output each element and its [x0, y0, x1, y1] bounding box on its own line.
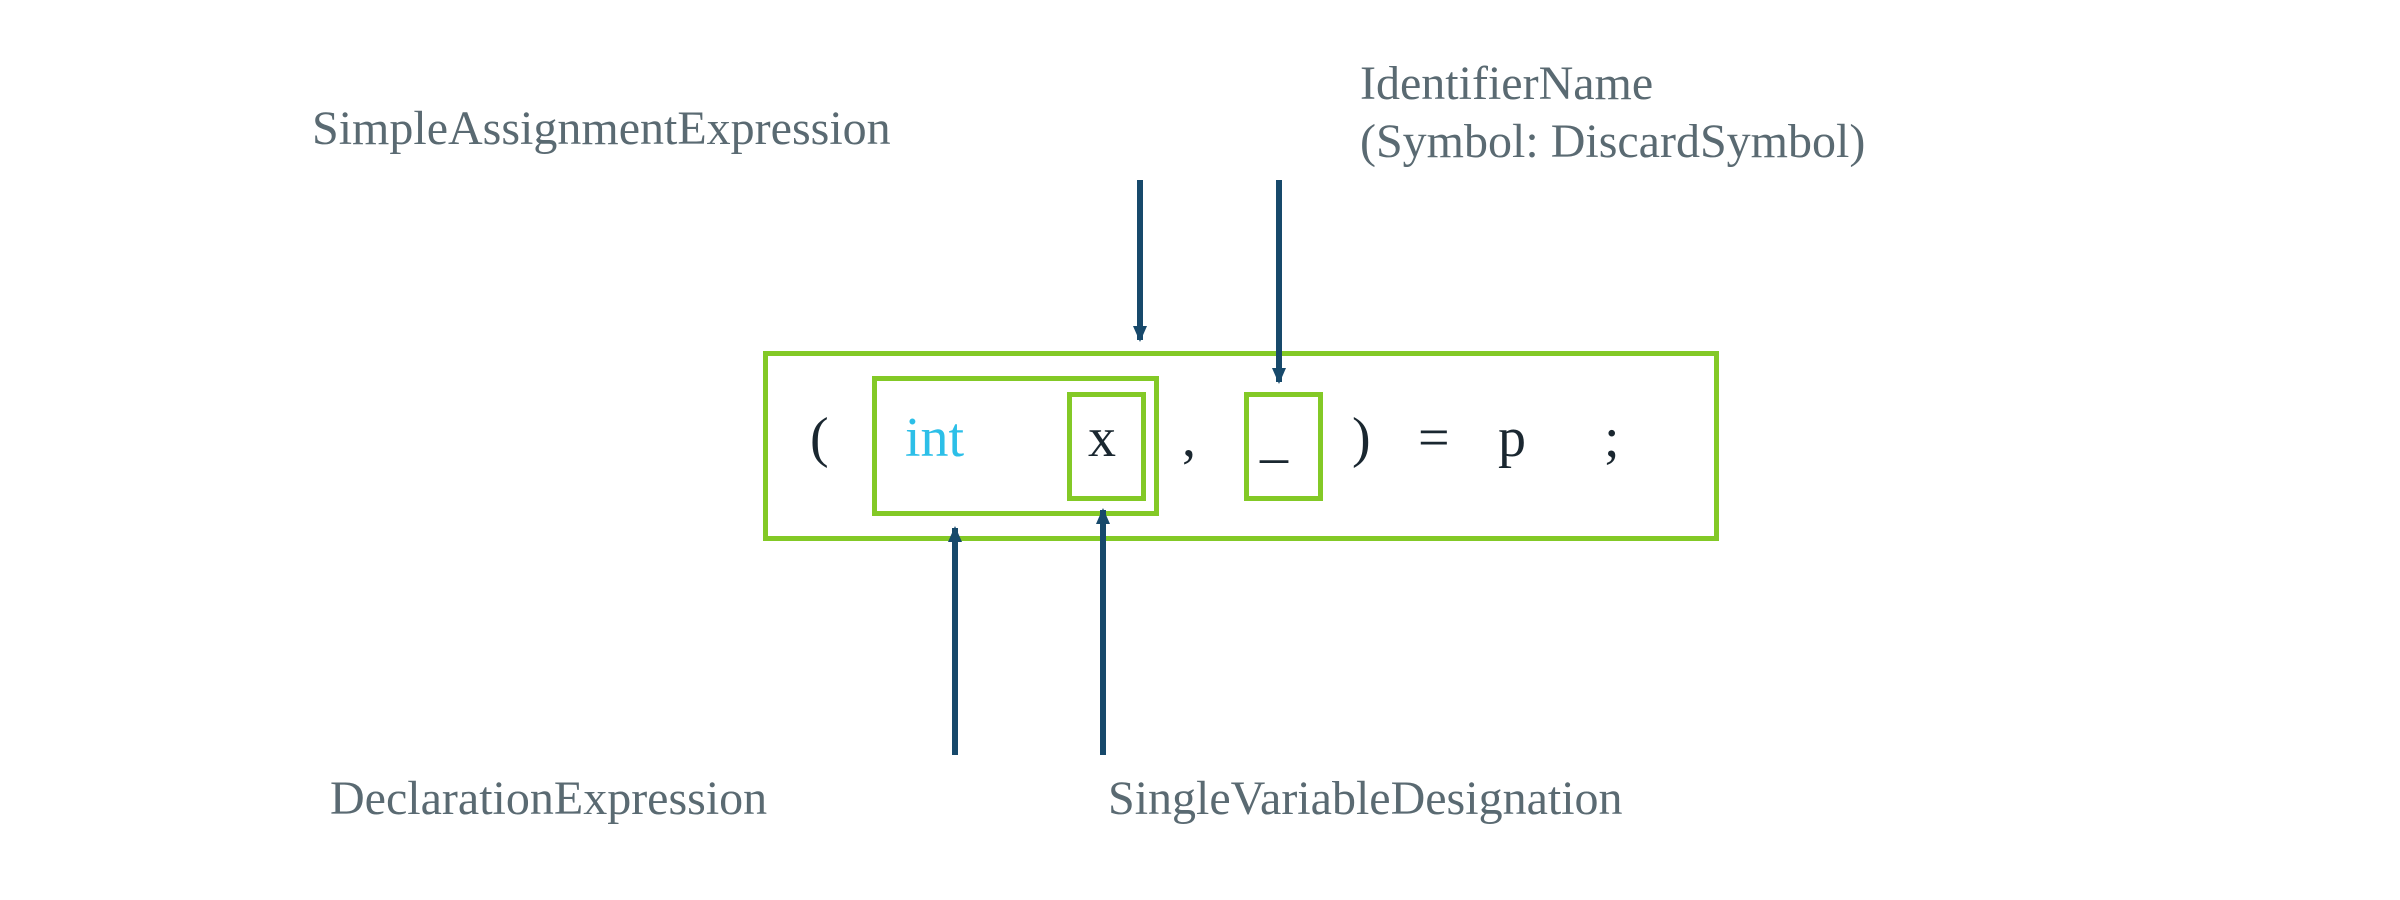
token-identifier-p: p — [1498, 406, 1526, 470]
label-identifier-name: IdentifierName(Symbol: DiscardSymbol) — [1360, 55, 1865, 170]
token-equals: = — [1418, 406, 1450, 470]
token-close-paren: ) — [1352, 406, 1371, 470]
label-single-variable-designation: SingleVariableDesignation — [1108, 770, 1623, 828]
token-comma: , — [1182, 406, 1196, 470]
label-declaration-expression: DeclarationExpression — [330, 770, 767, 828]
token-identifier-x: x — [1088, 406, 1116, 470]
token-discard-underscore: _ — [1260, 406, 1288, 470]
token-open-paren: ( — [810, 406, 829, 470]
label-simple-assignment: SimpleAssignmentExpression — [312, 100, 891, 158]
token-semicolon: ; — [1604, 406, 1620, 470]
token-keyword-int: int — [905, 406, 964, 470]
